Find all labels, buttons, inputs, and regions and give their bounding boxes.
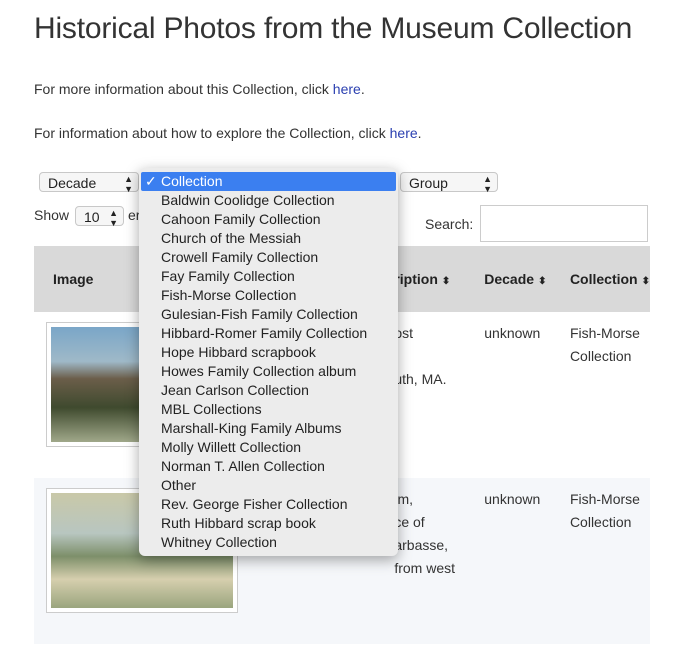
dropdown-option[interactable]: Howes Family Collection album: [139, 362, 398, 381]
select-arrows-icon: ▲ ▼: [483, 174, 492, 194]
info-text: For information about how to explore the…: [34, 125, 390, 141]
description-line: uth, MA.: [394, 371, 447, 387]
group-filter-label: Group: [409, 175, 448, 191]
collection-line: Fish-Morse: [569, 325, 640, 341]
dropdown-option[interactable]: Hope Hibbard scrapbook: [139, 343, 398, 362]
page-title: Historical Photos from the Museum Collec…: [34, 12, 633, 45]
collection-line: Collection: [569, 348, 632, 364]
collection-dropdown-menu[interactable]: ✓ Collection Baldwin Coolidge Collection …: [139, 168, 398, 556]
dropdown-option[interactable]: Jean Carlson Collection: [139, 381, 398, 400]
sort-icon: ⬍: [538, 276, 547, 287]
column-header-decade[interactable]: Decade ⬍: [465, 246, 551, 312]
header-label: ription: [394, 271, 438, 287]
dropdown-option[interactable]: Crowell Family Collection: [139, 248, 398, 267]
collection-line: Collection: [569, 514, 632, 530]
dropdown-option[interactable]: Baldwin Coolidge Collection: [139, 191, 398, 210]
description-line: from west: [394, 560, 456, 576]
dropdown-option[interactable]: Marshall-King Family Albums: [139, 419, 398, 438]
dropdown-option[interactable]: Fish-Morse Collection: [139, 286, 398, 305]
dropdown-option[interactable]: Hibbard-Romer Family Collection: [139, 324, 398, 343]
dropdown-option[interactable]: Fay Family Collection: [139, 267, 398, 286]
show-label: Show: [34, 207, 70, 223]
description-line: ce of: [394, 514, 425, 530]
collection-cell: Fish-Morse Collection: [550, 478, 650, 644]
dropdown-option[interactable]: MBL Collections: [139, 400, 398, 419]
dropdown-option[interactable]: Church of the Messiah: [139, 229, 398, 248]
collection-cell: Fish-Morse Collection: [550, 312, 650, 478]
collection-line: Fish-Morse: [569, 491, 640, 507]
option-label: Collection: [161, 173, 223, 189]
collection-info-link[interactable]: here: [333, 81, 361, 97]
dropdown-option[interactable]: Molly Willett Collection: [139, 438, 398, 457]
description-line: im,: [394, 491, 414, 507]
dropdown-option[interactable]: Whitney Collection: [139, 533, 398, 552]
group-filter-select[interactable]: Group ▲ ▼: [400, 172, 498, 194]
description-line: ost: [394, 325, 414, 341]
dropdown-option[interactable]: Cahoon Family Collection: [139, 210, 398, 229]
description-line: [394, 345, 465, 368]
decade-cell: unknown: [465, 478, 551, 644]
info-text: For more information about this Collecti…: [34, 81, 333, 97]
dropdown-option[interactable]: Rev. George Fisher Collection: [139, 495, 398, 514]
search-input[interactable]: [480, 205, 648, 242]
search-label: Search:: [425, 216, 474, 232]
select-arrows-icon: ▲ ▼: [109, 208, 118, 228]
period: .: [360, 81, 365, 97]
entries-per-page-select[interactable]: 10 ▲ ▼: [75, 206, 124, 228]
decade-filter-label: Decade: [48, 175, 97, 191]
column-header-collection[interactable]: Collection ⬍: [550, 246, 650, 312]
dropdown-option[interactable]: Gulesian-Fish Family Collection: [139, 305, 398, 324]
dropdown-option[interactable]: Other: [139, 476, 398, 495]
decade-cell: unknown: [465, 312, 551, 478]
header-label: Image: [53, 271, 94, 287]
dropdown-option[interactable]: Norman T. Allen Collection: [139, 457, 398, 476]
dropdown-option-collection[interactable]: ✓ Collection: [141, 172, 396, 191]
select-arrows-icon: ▲ ▼: [124, 174, 133, 194]
header-label: Decade: [484, 271, 535, 287]
decade-filter-select[interactable]: Decade ▲ ▼: [39, 172, 139, 194]
header-label: Collection: [569, 271, 638, 287]
description-line: arbasse,: [394, 537, 449, 553]
sort-icon: ⬍: [641, 276, 650, 287]
collection-info-text: For more information about this Collecti…: [34, 81, 365, 97]
checkmark-icon: ✓: [145, 173, 157, 189]
explore-info-text: For information about how to explore the…: [34, 125, 422, 141]
explore-info-link[interactable]: here: [390, 125, 418, 141]
entries-value: 10: [84, 209, 100, 225]
period: .: [417, 125, 422, 141]
dropdown-option[interactable]: Ruth Hibbard scrap book: [139, 514, 398, 533]
sort-icon: ⬍: [441, 276, 451, 287]
